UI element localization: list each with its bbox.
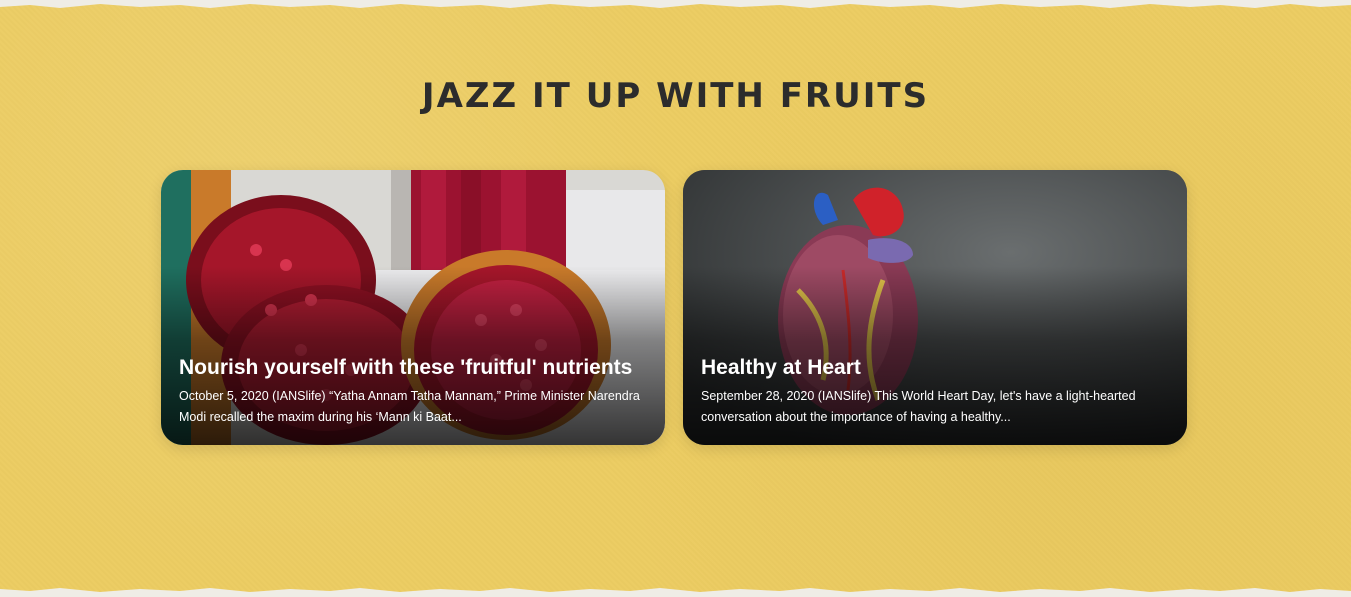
article-card-nourish[interactable]: Nourish yourself with these 'fruitful' n… <box>161 170 665 445</box>
section-title: JAZZ IT UP WITH FRUITS <box>421 76 930 116</box>
card-title[interactable]: Nourish yourself with these 'fruitful' n… <box>179 356 647 380</box>
card-title[interactable]: Healthy at Heart <box>701 356 1169 380</box>
card-text-block: Nourish yourself with these 'fruitful' n… <box>179 356 647 428</box>
card-excerpt: October 5, 2020 (IANSlife) “Yatha Annam … <box>179 389 640 424</box>
torn-paper-top-edge <box>0 0 1351 8</box>
card-text-block: Healthy at Heart September 28, 2020 (IAN… <box>701 356 1169 428</box>
article-card-heart[interactable]: Healthy at Heart September 28, 2020 (IAN… <box>683 170 1187 445</box>
torn-paper-bottom-edge <box>0 588 1351 597</box>
card-excerpt: September 28, 2020 (IANSlife) This World… <box>701 389 1136 424</box>
